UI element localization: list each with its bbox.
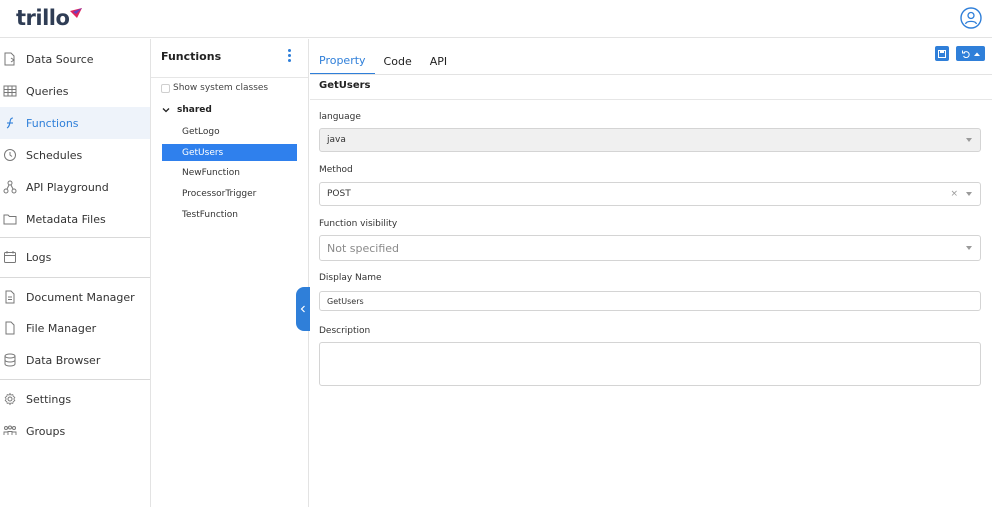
tab-bar: Property Code API [310,47,456,75]
sidebar-item-label: File Manager [26,321,97,335]
heading-divider [310,99,992,100]
sidebar-item-label: Metadata Files [26,212,106,226]
data-source-icon [4,52,15,66]
functions-panel: Functions Show system classes shared Get… [151,39,309,507]
sidebar-divider [0,237,150,238]
file-icon [5,321,15,335]
sidebar-item-document-manager[interactable]: Document Manager [0,281,150,313]
api-icon [3,180,17,194]
sidebar: Data Source Queries Functions Schedules … [0,39,151,507]
tab-code[interactable]: Code [375,47,421,75]
app-logo[interactable]: trillo [16,6,83,30]
sidebar-item-label: Settings [26,392,72,406]
display-name-label: Display Name [319,273,382,283]
tree-folder-label: shared [177,105,212,115]
chevron-left-icon [300,305,305,313]
language-value: java [327,135,346,145]
sidebar-divider [0,379,150,380]
sidebar-item-label: Document Manager [26,290,135,304]
sidebar-item-logs[interactable]: Logs [0,241,150,273]
document-icon [5,290,15,304]
sidebar-item-label: Groups [26,424,66,438]
tab-api[interactable]: API [421,47,456,75]
sidebar-item-queries[interactable]: Queries [0,75,150,107]
method-label: Method [319,165,353,175]
chevron-down-icon [162,108,170,113]
groups-icon [3,425,17,435]
logo-text: trillo [16,6,70,30]
method-select[interactable]: POST × [319,182,981,206]
tree-item-getlogo[interactable]: GetLogo [162,123,297,140]
sidebar-item-label: Data Browser [26,353,101,367]
top-bar: trillo [0,0,992,38]
sidebar-item-label: Schedules [26,148,83,162]
method-value: POST [327,189,351,199]
main-panel: Property Code API GetUsers language java… [310,39,992,507]
tabs-divider [310,74,992,75]
show-system-classes-label: Show system classes [173,83,269,93]
function-visibility-placeholder: Not specified [327,241,400,255]
trillo-mark-icon [70,8,83,18]
database-icon [4,353,16,367]
logs-icon [4,251,16,263]
caret-up-icon [973,52,980,56]
dropdown-caret-icon [966,138,972,142]
tree-item-processortrigger[interactable]: ProcessorTrigger [162,185,297,202]
sidebar-item-label: Functions [26,116,79,130]
sidebar-item-groups[interactable]: Groups [0,415,150,447]
show-system-classes-toggle[interactable]: Show system classes [161,81,268,95]
display-name-input[interactable]: GetUsers [319,291,981,311]
description-textarea[interactable] [319,342,981,386]
sidebar-item-api-playground[interactable]: API Playground [0,171,150,203]
sidebar-item-label: Logs [26,250,52,264]
language-select[interactable]: java [319,128,981,152]
sidebar-item-label: Data Source [26,52,94,66]
sidebar-item-schedules[interactable]: Schedules [0,139,150,171]
undo-icon [961,50,970,58]
function-icon [6,117,14,129]
tree-item-testfunction[interactable]: TestFunction [162,206,297,223]
function-visibility-label: Function visibility [319,219,398,229]
sidebar-divider [0,277,150,278]
tree-item-newfunction[interactable]: NewFunction [162,164,297,181]
sidebar-item-label: API Playground [26,180,109,194]
undo-menu-button[interactable] [956,46,985,61]
gear-icon [4,392,16,406]
panel-divider [151,77,308,78]
functions-panel-title: Functions [161,50,222,63]
save-icon [938,49,946,58]
kebab-menu-icon[interactable] [285,48,293,64]
sidebar-item-label: Queries [26,84,69,98]
user-avatar-icon[interactable] [960,7,982,29]
save-button[interactable] [935,46,949,61]
tree-item-getusers[interactable]: GetUsers [162,144,297,161]
function-visibility-select[interactable]: Not specified [319,235,981,261]
sidebar-item-settings[interactable]: Settings [0,383,150,415]
sidebar-item-functions[interactable]: Functions [0,107,150,139]
dropdown-caret-icon [966,246,972,250]
sidebar-item-file-manager[interactable]: File Manager [0,312,150,344]
description-label: Description [319,326,371,336]
show-system-classes-checkbox[interactable] [161,83,170,93]
clear-icon[interactable]: × [950,189,958,199]
sidebar-item-data-source[interactable]: Data Source [0,43,150,75]
sidebar-item-data-browser[interactable]: Data Browser [0,344,150,376]
dropdown-caret-icon [966,192,972,196]
folder-icon [3,214,17,225]
collapse-panel-button[interactable] [296,287,310,331]
sidebar-item-metadata-files[interactable]: Metadata Files [0,203,150,235]
function-name-heading: GetUsers [319,80,371,91]
clock-icon [4,149,16,161]
tab-property[interactable]: Property [310,47,375,75]
table-icon [3,85,17,97]
tree-folder-shared[interactable]: shared [161,103,212,117]
language-label: language [319,112,361,122]
